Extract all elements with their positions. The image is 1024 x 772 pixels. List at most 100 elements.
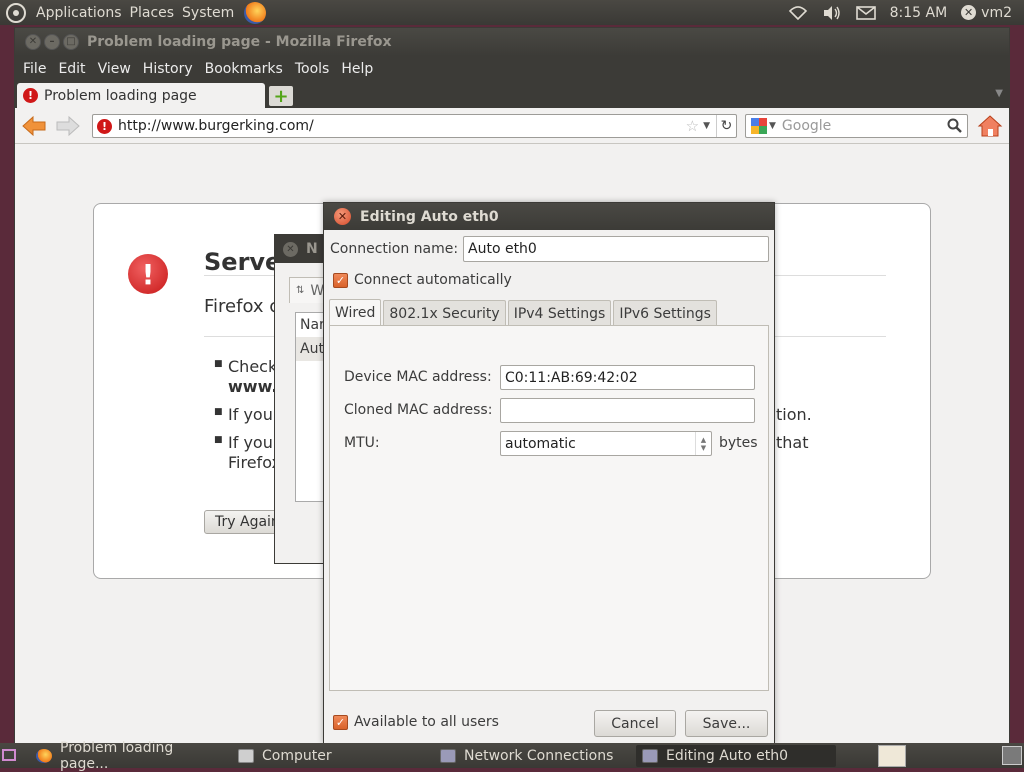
mail-icon[interactable] [855, 5, 876, 20]
network-icon [440, 749, 456, 763]
tab-bar: ! Problem loading page + ▼ [15, 82, 1009, 108]
mtu-label: MTU: [344, 435, 380, 451]
taskbar-item-editing-auto-eth0[interactable]: Editing Auto eth0 [636, 745, 836, 767]
trash-icon[interactable] [878, 745, 906, 767]
error-bullet-text: tion. [776, 405, 812, 424]
google-logo-icon[interactable] [751, 118, 767, 134]
connect-automatically-label[interactable]: Connect automatically [354, 272, 512, 288]
taskbar-item-computer[interactable]: Computer [232, 745, 432, 767]
error-bullet: Check [214, 357, 277, 376]
firefox-titlebar[interactable]: ✕ – □ Problem loading page - Mozilla Fir… [15, 28, 1009, 56]
show-desktop-icon[interactable] [2, 749, 16, 761]
applications-menu[interactable]: Applications [32, 5, 126, 21]
places-menu[interactable]: Places [126, 5, 179, 21]
user-menu[interactable]: ✕ vm2 [961, 5, 1012, 21]
browser-tab[interactable]: ! Problem loading page [17, 83, 265, 108]
mtu-spinbox[interactable]: automatic ▲ ▼ [500, 431, 712, 456]
menu-tools[interactable]: Tools [289, 61, 336, 77]
cancel-button[interactable]: Cancel [594, 710, 676, 737]
firefox-launcher-icon[interactable] [244, 1, 267, 24]
menu-history[interactable]: History [137, 61, 199, 77]
bookmark-star-icon[interactable]: ☆ [686, 117, 699, 135]
site-error-icon: ! [97, 118, 112, 134]
taskbar-label: Network Connections [464, 748, 614, 764]
available-all-users-checkbox[interactable]: ✓ [333, 715, 348, 730]
menu-bookmarks[interactable]: Bookmarks [199, 61, 289, 77]
error-bullet: If your [214, 433, 280, 452]
computer-icon [238, 749, 254, 763]
menubar: File Edit View History Bookmarks Tools H… [15, 56, 1009, 82]
system-tray: 8:15 AM ✕ vm2 [788, 0, 1024, 25]
mtu-unit: bytes [719, 435, 758, 451]
error-subtitle: Firefox c [204, 296, 280, 317]
cloned-mac-input[interactable] [500, 398, 755, 423]
device-mac-input[interactable]: C0:11:AB:69:42:02 [500, 365, 755, 390]
home-icon[interactable] [977, 114, 1003, 138]
url-history-dropdown-icon[interactable]: ▼ [703, 121, 710, 131]
menu-file[interactable]: File [17, 61, 52, 77]
volume-icon[interactable] [822, 5, 842, 21]
back-arrow-icon[interactable] [21, 114, 47, 138]
clock[interactable]: 8:15 AM [890, 5, 948, 21]
taskbar-item-network-connections[interactable]: Network Connections [434, 745, 634, 767]
firefox-icon [36, 749, 52, 763]
search-icon[interactable] [947, 118, 963, 134]
connect-automatically-checkbox[interactable]: ✓ [333, 273, 348, 288]
close-icon[interactable]: ✕ [334, 208, 351, 225]
error-bullet-text: that [776, 433, 809, 452]
minimize-icon[interactable]: – [44, 34, 60, 50]
error-bullet-text: Firefox [228, 453, 281, 472]
tab-list-icon[interactable]: ▼ [995, 88, 1003, 99]
available-all-users-label[interactable]: Available to all users [354, 714, 499, 730]
url-bar[interactable]: ! http://www.burgerking.com/ ☆ ▼ ↻ [92, 114, 737, 138]
search-engine-dropdown-icon[interactable]: ▼ [769, 121, 776, 131]
dialog-titlebar[interactable]: ✕ Editing Auto eth0 [324, 203, 774, 230]
search-bar[interactable]: ▼ Google [745, 114, 968, 138]
editing-connection-dialog: ✕ Editing Auto eth0 Connection name: Aut… [323, 202, 775, 744]
device-mac-label: Device MAC address: [344, 369, 492, 385]
bottom-panel: Problem loading page... Computer Network… [0, 740, 1024, 772]
cloned-mac-label: Cloned MAC address: [344, 402, 493, 418]
system-menu[interactable]: System [178, 5, 238, 21]
tab-ipv6-settings[interactable]: IPv6 Settings [613, 300, 717, 326]
error-icon: ! [23, 88, 38, 103]
network-icon [642, 749, 658, 763]
tab-8021x-security[interactable]: 802.1x Security [383, 300, 506, 326]
top-panel: Applications Places System 8:15 AM ✕ vm2 [0, 0, 1024, 25]
shutdown-icon: ✕ [961, 5, 977, 20]
error-icon: ! [128, 254, 168, 294]
reload-icon[interactable]: ↻ [716, 115, 736, 137]
menu-edit[interactable]: Edit [52, 61, 91, 77]
menu-view[interactable]: View [92, 61, 137, 77]
forward-arrow-icon[interactable] [55, 114, 81, 138]
try-again-button[interactable]: Try Again [204, 510, 282, 534]
ubuntu-logo-icon[interactable] [6, 2, 26, 23]
settings-tabs: Wired 802.1x Security IPv4 Settings IPv6… [329, 299, 719, 326]
wired-tab-panel: Device MAC address: C0:11:AB:69:42:02 Cl… [329, 325, 769, 691]
tab-wired[interactable]: Wired [329, 299, 382, 326]
connection-name-input[interactable]: Auto eth0 [463, 236, 769, 262]
taskbar-label: Editing Auto eth0 [666, 748, 789, 764]
new-tab-button[interactable]: + [269, 86, 293, 107]
user-name: vm2 [981, 4, 1012, 21]
window-title: N [306, 241, 318, 257]
dialog-title: Editing Auto eth0 [360, 208, 499, 225]
menu-help[interactable]: Help [335, 61, 379, 77]
connection-name-label: Connection name: [330, 241, 459, 257]
window-title: Problem loading page - Mozilla Firefox [87, 34, 392, 50]
search-placeholder: Google [781, 118, 832, 134]
taskbar-item-firefox[interactable]: Problem loading page... [30, 740, 226, 772]
save-button[interactable]: Save... [685, 710, 768, 737]
maximize-icon[interactable]: □ [63, 34, 79, 50]
navigation-toolbar: ! http://www.burgerking.com/ ☆ ▼ ↻ ▼ Goo… [15, 108, 1009, 144]
wifi-icon[interactable] [788, 5, 808, 21]
spin-arrows-icon[interactable]: ▲ ▼ [695, 432, 711, 455]
mtu-value: automatic [505, 435, 576, 452]
taskbar-label: Computer [262, 748, 332, 764]
workspace-switcher[interactable] [1002, 746, 1022, 765]
network-icon: ⇅ [296, 285, 305, 296]
close-icon[interactable]: ✕ [283, 241, 298, 257]
close-icon[interactable]: ✕ [25, 34, 41, 50]
url-text[interactable]: http://www.burgerking.com/ [118, 118, 686, 134]
tab-ipv4-settings[interactable]: IPv4 Settings [507, 300, 612, 326]
